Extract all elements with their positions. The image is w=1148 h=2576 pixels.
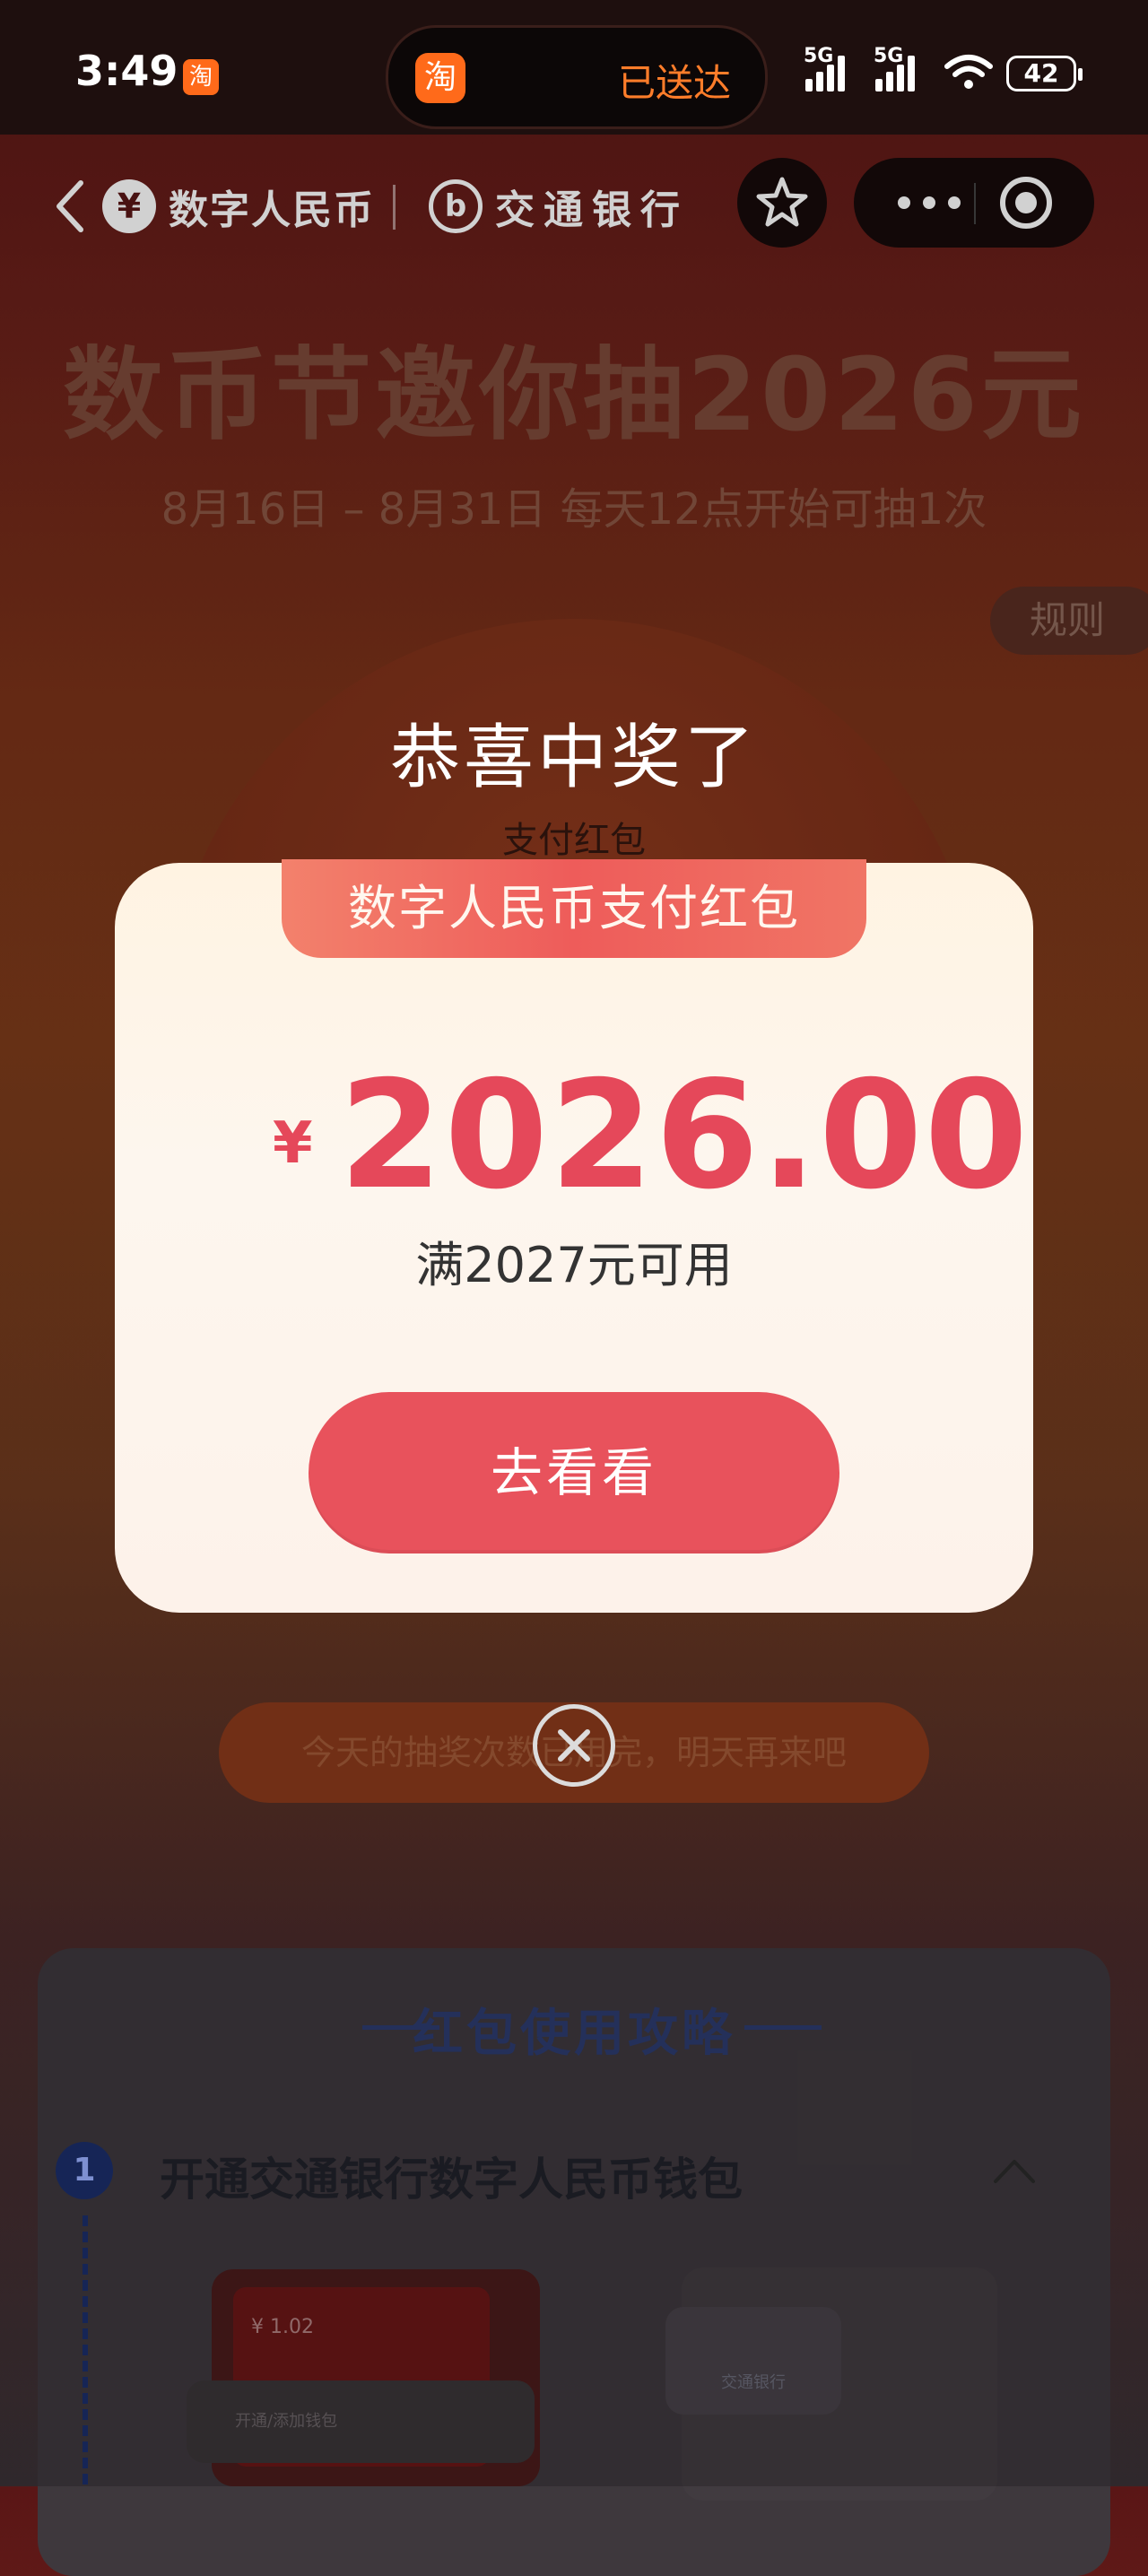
cellular-signal-icon: 5G: [874, 45, 936, 91]
taobao-icon: 淘: [415, 53, 465, 103]
wifi-icon: [944, 55, 993, 89]
close-modal-button[interactable]: [533, 1704, 615, 1787]
congrats-title: 恭喜中奖了: [389, 718, 758, 798]
status-time: 3:49: [75, 47, 178, 95]
status-bar: 3:49 淘 淘 已送达 5G 5G 42: [0, 0, 1148, 135]
prize-type-banner: 数字人民币支付红包: [282, 859, 866, 958]
cellular-signal-icon: 5G: [804, 45, 866, 91]
dynamic-island[interactable]: 淘 已送达: [386, 25, 768, 129]
usage-condition: 满2027元可用: [415, 1237, 733, 1293]
view-prize-button[interactable]: 去看看: [309, 1392, 839, 1553]
delivery-status: 已送达: [617, 61, 731, 105]
prize-amount: 2026.00: [339, 1049, 1031, 1223]
currency-symbol: ¥: [273, 1110, 313, 1177]
close-icon: [558, 1729, 590, 1762]
taobao-icon: 淘: [183, 59, 219, 95]
prize-modal: 数字人民币支付红包 ¥ 2026.00 满2027元可用 去看看: [115, 859, 1033, 1613]
wheel-segment-label: 支付红包: [502, 820, 646, 861]
battery-indicator: 42: [1006, 56, 1083, 91]
